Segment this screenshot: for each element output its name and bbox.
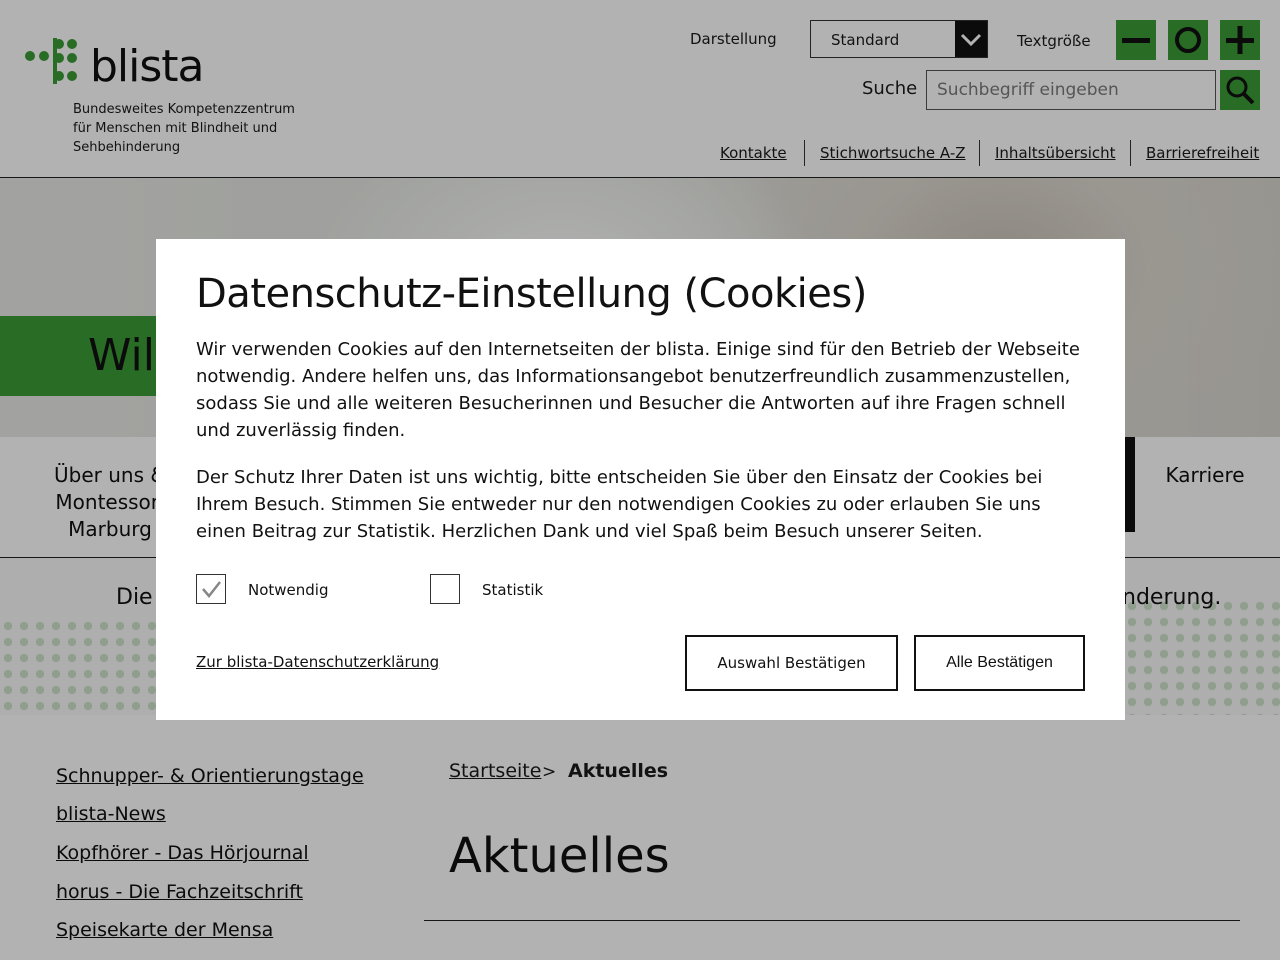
- checkmark-icon: [202, 581, 221, 598]
- confirm-selection-label: Auswahl Bestätigen: [717, 654, 866, 672]
- cookie-consent-dialog: Datenschutz-Einstellung (Cookies) Wir ve…: [156, 239, 1125, 720]
- checkbox-necessary[interactable]: [196, 574, 226, 604]
- confirm-selection-button[interactable]: Auswahl Bestätigen: [685, 635, 898, 691]
- confirm-all-label: Alle Bestätigen: [946, 654, 1053, 671]
- checkbox-necessary-label: Notwendig: [248, 581, 329, 599]
- dialog-title: Datenschutz-Einstellung (Cookies): [196, 271, 867, 317]
- checkbox-statistics[interactable]: [430, 574, 460, 604]
- dialog-paragraph-1: Wir verwenden Cookies auf den Internetse…: [196, 339, 1080, 441]
- checkbox-statistics-label: Statistik: [482, 581, 544, 599]
- privacy-policy-link[interactable]: Zur blista-Datenschutzerklärung: [196, 653, 439, 671]
- confirm-all-button[interactable]: Alle Bestätigen: [914, 635, 1085, 691]
- dialog-paragraph-2: Der Schutz Ihrer Daten ist uns wichtig, …: [196, 467, 1043, 542]
